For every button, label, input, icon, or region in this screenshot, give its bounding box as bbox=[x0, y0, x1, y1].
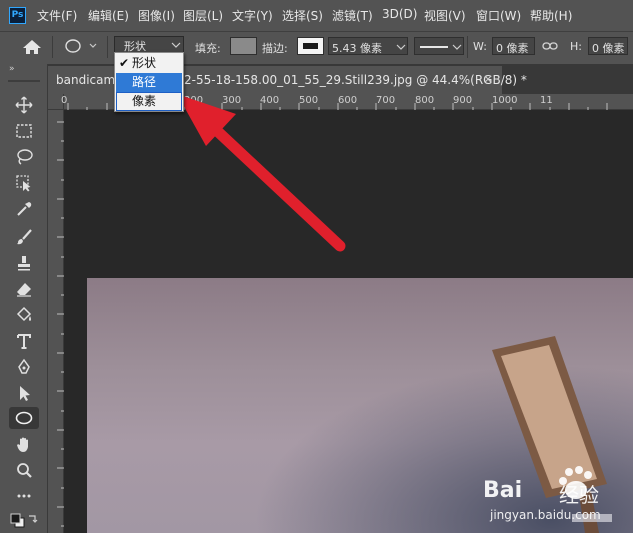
mode-option-path-label: 路径 bbox=[132, 75, 157, 89]
height-label: H: bbox=[570, 40, 582, 53]
width-field[interactable]: 0 像素 bbox=[492, 37, 535, 55]
panel-grip bbox=[8, 80, 40, 82]
checkmark-icon: ✔ bbox=[119, 56, 130, 70]
menu-filter[interactable]: 滤镜(T) bbox=[332, 7, 373, 24]
move-tool-icon[interactable] bbox=[9, 94, 39, 116]
separator bbox=[52, 36, 53, 58]
mode-option-pixels-label: 像素 bbox=[132, 94, 157, 108]
line-style-icon bbox=[420, 46, 448, 48]
stroke-width-field[interactable]: 5.43 像素 bbox=[328, 37, 408, 55]
chevron-down-icon bbox=[452, 44, 462, 50]
menu-file[interactable]: 文件(F) bbox=[37, 7, 77, 24]
menu-edit[interactable]: 编辑(E) bbox=[88, 7, 129, 24]
stroke-preview-icon bbox=[303, 43, 318, 49]
chevron-down-icon bbox=[171, 42, 181, 48]
photoshop-logo-icon: Ps bbox=[9, 7, 26, 24]
eraser-tool-icon[interactable] bbox=[9, 278, 39, 300]
paint-bucket-tool-icon[interactable] bbox=[9, 304, 39, 326]
pen-tool-icon[interactable] bbox=[9, 356, 39, 378]
mode-option-pixels[interactable]: 像素 bbox=[116, 92, 182, 111]
mode-option-shape[interactable]: ✔ 形状 bbox=[116, 54, 182, 73]
menu-view[interactable]: 视图(V) bbox=[424, 7, 466, 24]
separator bbox=[107, 36, 108, 58]
ellipse-tool-icon[interactable] bbox=[9, 407, 39, 429]
height-value: 0 像素 bbox=[592, 42, 625, 55]
object-selection-tool-icon[interactable] bbox=[9, 172, 39, 194]
menu-image[interactable]: 图像(I) bbox=[138, 7, 175, 24]
stroke-label: 描边: bbox=[262, 42, 288, 55]
close-tab-icon[interactable]: × bbox=[483, 72, 493, 86]
width-label: W: bbox=[473, 40, 487, 53]
marquee-tool-icon[interactable] bbox=[9, 120, 39, 142]
color-swatches-icon[interactable] bbox=[9, 512, 39, 530]
watermark-brand: Bai bbox=[483, 478, 523, 503]
stroke-swatch[interactable] bbox=[297, 37, 324, 55]
watermark-brand-suffix: 经验 bbox=[559, 483, 599, 507]
hand-tool-icon[interactable] bbox=[9, 433, 39, 455]
menu-3d[interactable]: 3D(D) bbox=[382, 7, 417, 21]
collapse-panel-icon[interactable]: » bbox=[9, 64, 15, 74]
watermark-url: jingyan.baidu.com bbox=[490, 508, 601, 522]
link-icon[interactable] bbox=[542, 40, 558, 52]
stroke-width-value: 5.43 像素 bbox=[332, 42, 382, 55]
stroke-type-select[interactable] bbox=[414, 37, 464, 55]
mode-select[interactable]: 形状 bbox=[114, 36, 184, 53]
document-image[interactable]: Bai 经验 jingyan.baidu.com bbox=[87, 278, 633, 533]
lasso-tool-icon[interactable] bbox=[9, 146, 39, 168]
mode-dropdown-menu: ✔ 形状 路径 像素 bbox=[114, 52, 184, 112]
fill-label: 填充: bbox=[195, 42, 221, 55]
mode-option-path[interactable]: 路径 bbox=[116, 73, 182, 92]
chevron-down-icon bbox=[396, 44, 406, 50]
menu-type[interactable]: 文字(Y) bbox=[232, 7, 273, 24]
brush-tool-icon[interactable] bbox=[9, 226, 39, 248]
menu-window[interactable]: 窗口(W) bbox=[476, 7, 521, 24]
menu-layer[interactable]: 图层(L) bbox=[183, 7, 223, 24]
height-field[interactable]: 0 像素 bbox=[588, 37, 628, 55]
zoom-tool-icon[interactable] bbox=[9, 459, 39, 481]
ruler-vertical-ticks bbox=[57, 121, 64, 527]
tool-preset-picker[interactable] bbox=[63, 38, 103, 54]
width-value: 0 像素 bbox=[496, 42, 529, 55]
document-tab-title-rest: 2-55-18-158.00_01_55_29.Still239.jpg @ 4… bbox=[184, 73, 527, 87]
more-tools-icon[interactable] bbox=[9, 485, 39, 507]
menu-select[interactable]: 选择(S) bbox=[282, 7, 323, 24]
separator bbox=[467, 36, 468, 58]
eyedropper-tool-icon[interactable] bbox=[9, 198, 39, 220]
type-tool-icon[interactable] bbox=[9, 330, 39, 352]
mode-option-shape-label: 形状 bbox=[132, 56, 157, 70]
menu-help[interactable]: 帮助(H) bbox=[530, 7, 572, 24]
home-icon[interactable] bbox=[22, 39, 42, 55]
fill-swatch[interactable] bbox=[230, 37, 257, 55]
path-selection-tool-icon[interactable] bbox=[9, 382, 39, 404]
clone-stamp-tool-icon[interactable] bbox=[9, 252, 39, 274]
